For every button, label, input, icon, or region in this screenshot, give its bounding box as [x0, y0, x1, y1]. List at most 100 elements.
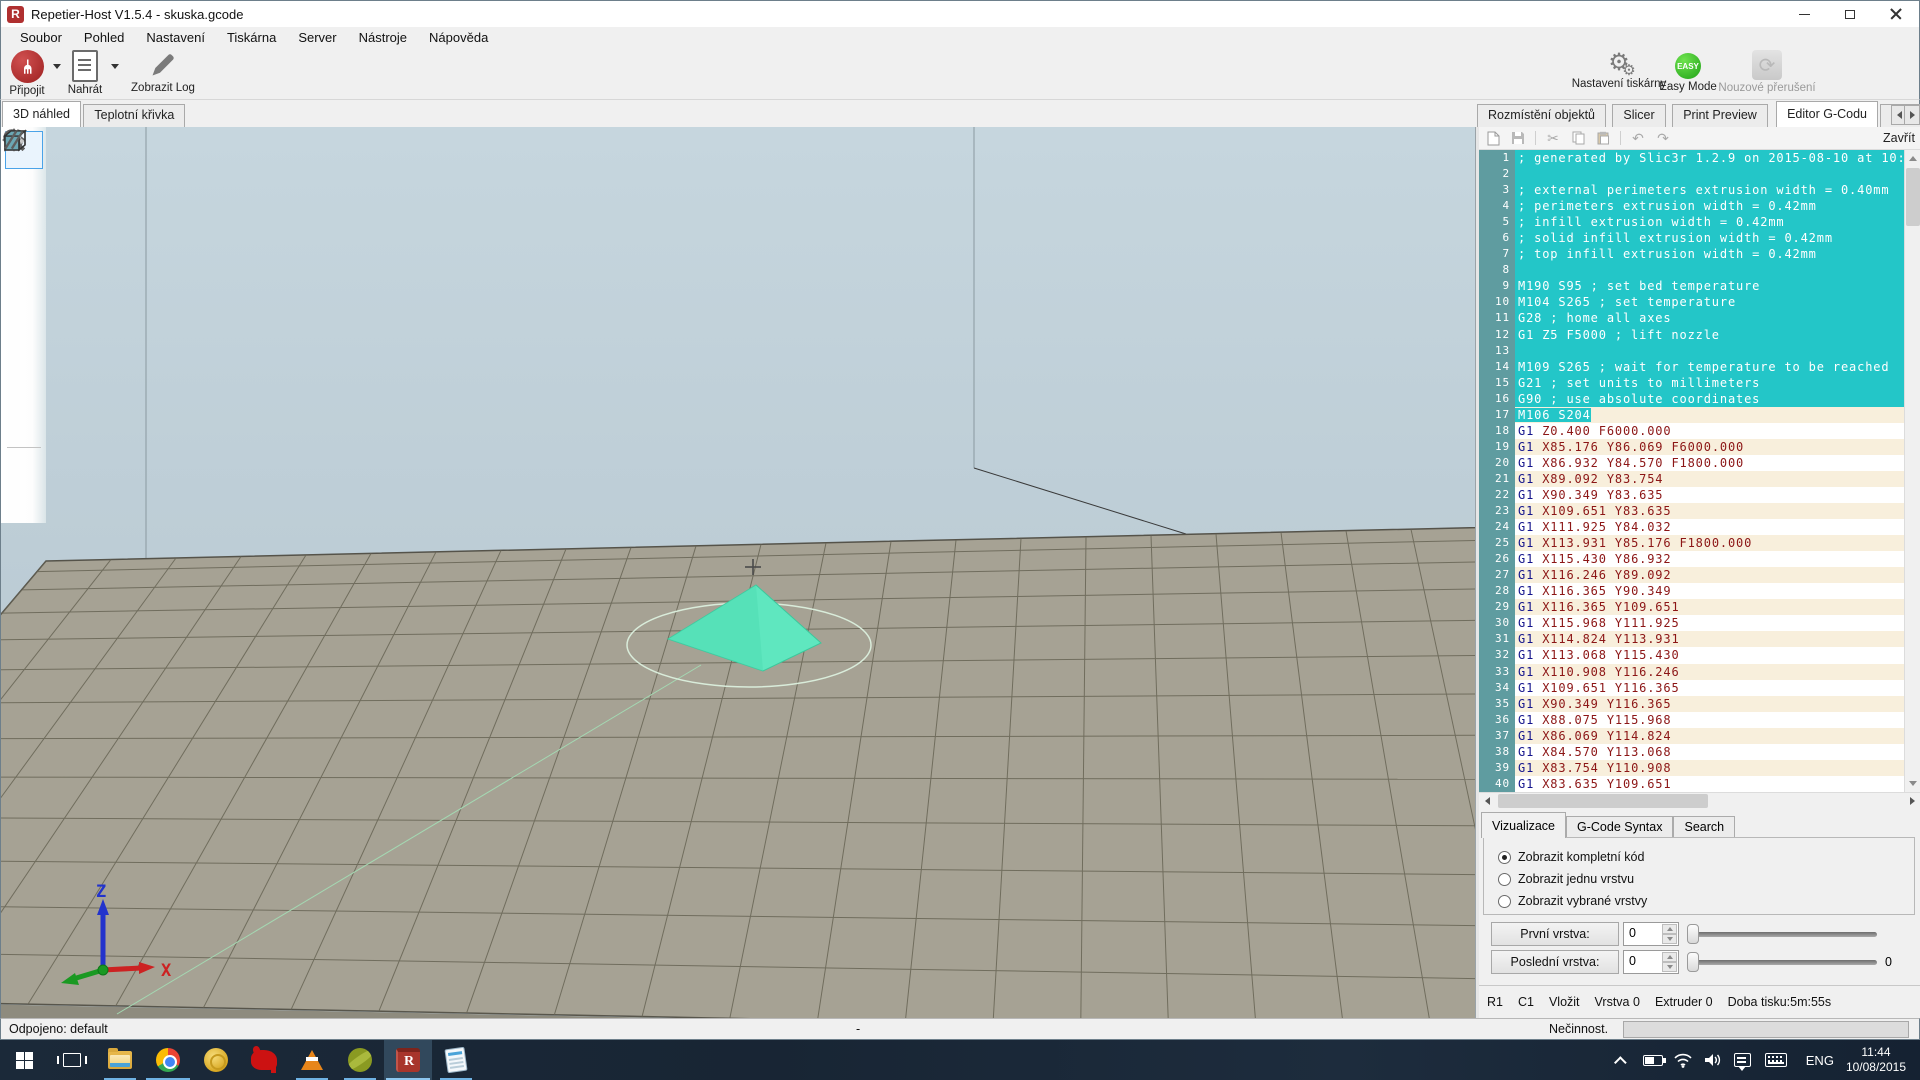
tab-scroll-right-button[interactable]	[1904, 105, 1920, 125]
taskbar-gold-app[interactable]	[192, 1040, 240, 1080]
parallel-projection-toggle[interactable]	[5, 452, 43, 490]
gcode-line-29[interactable]: 29G1 X116.365 Y109.651	[1479, 599, 1904, 615]
emergency-stop-button[interactable]: ⟳ Nouzové přerušení	[1719, 50, 1815, 98]
taskbar-notepad[interactable]	[432, 1040, 480, 1080]
radio-option-1[interactable]: Zobrazit jednu vrstvu	[1498, 868, 1914, 890]
taskbar-red-dog-app[interactable]	[240, 1040, 288, 1080]
language-indicator[interactable]: ENG	[1794, 1053, 1846, 1068]
battery-indicator[interactable]	[1638, 1055, 1668, 1066]
zoom-tool[interactable]	[5, 248, 43, 286]
right-tab-3[interactable]: Editor G-Codu	[1776, 101, 1878, 127]
isometric-view-button[interactable]	[5, 326, 43, 364]
gcode-line-8[interactable]: 8	[1479, 262, 1904, 278]
right-tab-2[interactable]: Print Preview	[1672, 104, 1768, 127]
menu-item-5[interactable]: Nástroje	[348, 28, 418, 47]
radio-button[interactable]	[1498, 895, 1511, 908]
gcode-line-27[interactable]: 27G1 X116.246 Y89.092	[1479, 567, 1904, 583]
last-layer-slider[interactable]	[1687, 951, 1877, 973]
undo-button[interactable]: ↶	[1630, 130, 1646, 146]
right-tab-0[interactable]: Rozmístění objektů	[1477, 104, 1606, 127]
gcode-line-14[interactable]: 14M109 S265 ; wait for temperature to be…	[1479, 359, 1904, 375]
gcode-line-1[interactable]: 1; generated by Slic3r 1.2.9 on 2015-08-…	[1479, 150, 1904, 166]
gcode-line-30[interactable]: 30G1 X115.968 Y111.925	[1479, 615, 1904, 631]
menu-item-3[interactable]: Tiskárna	[216, 28, 287, 47]
gcode-line-23[interactable]: 23G1 X109.651 Y83.635	[1479, 503, 1904, 519]
spin-down-button[interactable]	[1662, 934, 1677, 944]
scroll-up-button[interactable]	[1905, 150, 1920, 167]
gcode-line-36[interactable]: 36G1 X88.075 Y115.968	[1479, 712, 1904, 728]
gcode-line-32[interactable]: 32G1 X113.068 Y115.430	[1479, 647, 1904, 663]
touch-keyboard-button[interactable]	[1758, 1053, 1794, 1067]
gcode-line-37[interactable]: 37G1 X86.069 Y114.824	[1479, 728, 1904, 744]
last-layer-spinner[interactable]: 0	[1623, 950, 1679, 974]
clock[interactable]: 11:44 10/08/2015	[1846, 1045, 1920, 1075]
connect-button[interactable]: Připojit	[5, 50, 49, 98]
printer-settings-button[interactable]: ⚙⚙ Nastavení tiskárny	[1573, 50, 1665, 98]
viz-tab-0[interactable]: Vizualizace	[1481, 812, 1566, 838]
editor-vertical-scrollbar[interactable]	[1904, 150, 1920, 792]
view-tab-0[interactable]: 3D náhled	[2, 101, 81, 127]
load-dropdown-arrow[interactable]	[111, 64, 119, 69]
menu-item-2[interactable]: Nastavení	[135, 28, 216, 47]
gcode-line-20[interactable]: 20G1 X86.932 Y84.570 F1800.000	[1479, 455, 1904, 471]
gcode-line-25[interactable]: 25G1 X113.931 Y85.176 F1800.000	[1479, 535, 1904, 551]
slider-thumb[interactable]	[1687, 924, 1699, 944]
gcode-line-19[interactable]: 19G1 X85.176 Y86.069 F6000.000	[1479, 439, 1904, 455]
gcode-line-22[interactable]: 22G1 X90.349 Y83.635	[1479, 487, 1904, 503]
close-button[interactable]	[1873, 1, 1919, 27]
gcode-line-34[interactable]: 34G1 X109.651 Y116.365	[1479, 680, 1904, 696]
gcode-line-35[interactable]: 35G1 X90.349 Y116.365	[1479, 696, 1904, 712]
cut-button[interactable]: ✂	[1545, 130, 1561, 146]
save-button[interactable]	[1510, 130, 1526, 146]
hscroll-thumb[interactable]	[1498, 794, 1708, 808]
move-object-tool[interactable]	[5, 209, 43, 247]
tray-chevron-button[interactable]	[1608, 1056, 1638, 1065]
spin-up-button[interactable]	[1662, 952, 1677, 962]
scroll-right-button[interactable]	[1904, 793, 1920, 809]
task-view-button[interactable]	[48, 1040, 96, 1080]
easy-mode-button[interactable]: EASY Easy Mode	[1661, 50, 1715, 98]
new-file-button[interactable]	[1485, 130, 1501, 146]
gcode-line-31[interactable]: 31G1 X114.824 Y113.931	[1479, 631, 1904, 647]
gcode-line-16[interactable]: 16G90 ; use absolute coordinates	[1479, 391, 1904, 407]
gcode-line-12[interactable]: 12G1 Z5 F5000 ; lift nozzle	[1479, 327, 1904, 343]
gcode-line-40[interactable]: 40G1 X83.635 Y109.651	[1479, 776, 1904, 792]
gcode-line-9[interactable]: 9M190 S95 ; set bed temperature	[1479, 278, 1904, 294]
front-view-button[interactable]	[5, 365, 43, 403]
gcode-line-26[interactable]: 26G1 X115.430 Y86.932	[1479, 551, 1904, 567]
gcode-line-7[interactable]: 7; top infill extrusion width = 0.42mm	[1479, 246, 1904, 262]
taskbar-repetier-host[interactable]: R	[384, 1040, 432, 1080]
editor-horizontal-scrollbar[interactable]	[1479, 792, 1920, 809]
top-view-button[interactable]	[5, 404, 43, 442]
viz-tab-2[interactable]: Search	[1673, 816, 1735, 838]
viewport-3d[interactable]: ZX	[1, 127, 1475, 1018]
gcode-line-33[interactable]: 33G1 X110.908 Y116.246	[1479, 664, 1904, 680]
action-center-button[interactable]	[1728, 1053, 1758, 1067]
spin-up-button[interactable]	[1662, 924, 1677, 934]
radio-option-2[interactable]: Zobrazit vybrané vrstvy	[1498, 890, 1914, 912]
gcode-line-15[interactable]: 15G21 ; set units to millimeters	[1479, 375, 1904, 391]
minimize-button[interactable]	[1781, 1, 1827, 27]
scroll-left-button[interactable]	[1479, 793, 1496, 809]
load-button[interactable]: Nahrát	[63, 50, 107, 98]
right-tab-1[interactable]: Slicer	[1612, 104, 1665, 127]
menu-item-6[interactable]: Nápověda	[418, 28, 499, 47]
gcode-line-10[interactable]: 10M104 S265 ; set temperature	[1479, 294, 1904, 310]
view-tab-1[interactable]: Teplotní křivka	[83, 104, 185, 127]
vscroll-thumb[interactable]	[1906, 168, 1920, 226]
radio-option-0[interactable]: Zobrazit kompletní kód	[1498, 846, 1914, 868]
fit-view-tool[interactable]	[5, 287, 43, 325]
radio-button[interactable]	[1498, 851, 1511, 864]
editor-close-link[interactable]: Zavřít	[1883, 131, 1915, 145]
gcode-line-4[interactable]: 4; perimeters extrusion width = 0.42mm	[1479, 198, 1904, 214]
network-indicator[interactable]	[1668, 1052, 1698, 1068]
menu-item-4[interactable]: Server	[287, 28, 347, 47]
gcode-line-2[interactable]: 2	[1479, 166, 1904, 182]
show-log-button[interactable]: Zobrazit Log	[121, 50, 205, 98]
menu-item-0[interactable]: Soubor	[9, 28, 73, 47]
taskbar-green-app[interactable]	[336, 1040, 384, 1080]
taskbar-chrome[interactable]	[144, 1040, 192, 1080]
gcode-line-39[interactable]: 39G1 X83.754 Y110.908	[1479, 760, 1904, 776]
start-button[interactable]	[0, 1040, 48, 1080]
gcode-line-21[interactable]: 21G1 X89.092 Y83.754	[1479, 471, 1904, 487]
